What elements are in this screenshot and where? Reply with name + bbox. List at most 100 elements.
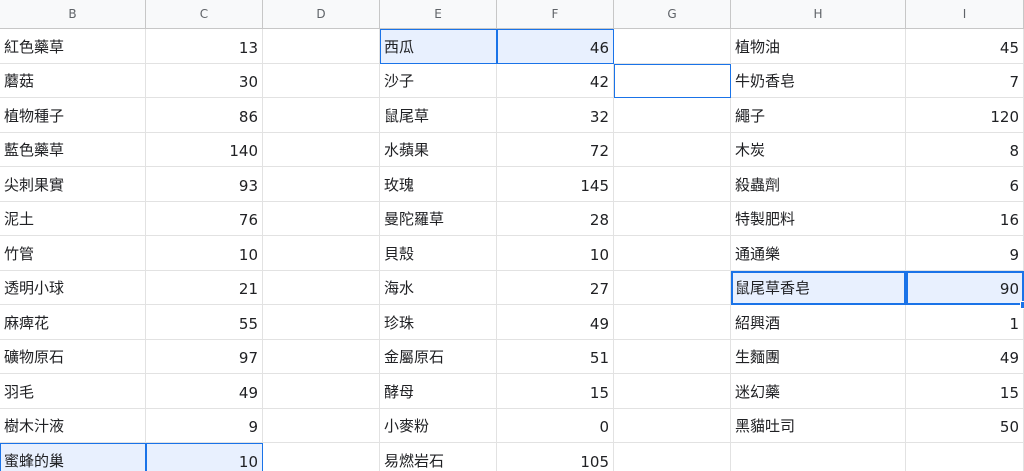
cell-b13[interactable]: 蜜蜂的巢 — [0, 443, 146, 471]
cell-i5[interactable]: 6 — [906, 167, 1024, 202]
cell-b11[interactable]: 羽毛 — [0, 374, 146, 409]
cell-i1[interactable]: 45 — [906, 29, 1024, 64]
cell-g4[interactable] — [614, 132, 731, 167]
cell-i7[interactable]: 9 — [906, 236, 1024, 271]
cell-h12[interactable]: 黑貓吐司 — [731, 408, 906, 443]
cell-c9[interactable]: 55 — [146, 305, 263, 340]
cell-h2[interactable]: 牛奶香皂 — [731, 63, 906, 98]
cell-h3[interactable]: 繩子 — [731, 98, 906, 133]
cell-c3[interactable]: 86 — [146, 98, 263, 133]
cell-h4[interactable]: 木炭 — [731, 132, 906, 167]
cell-f3[interactable]: 32 — [497, 98, 614, 133]
cell-f2[interactable]: 42 — [497, 63, 614, 98]
cell-g5[interactable] — [614, 167, 731, 202]
cell-e13[interactable]: 易燃岩石 — [380, 443, 497, 471]
cell-c13[interactable]: 10 — [146, 443, 263, 471]
cell-d9[interactable] — [263, 305, 380, 340]
column-header-h[interactable]: H — [731, 0, 906, 29]
cell-b10[interactable]: 礦物原石 — [0, 339, 146, 374]
cell-d13[interactable] — [263, 443, 380, 471]
cell-f1[interactable]: 46 — [497, 29, 614, 64]
column-header-e[interactable]: E — [380, 0, 497, 29]
cell-b3[interactable]: 植物種子 — [0, 98, 146, 133]
cell-d11[interactable] — [263, 374, 380, 409]
cell-g2[interactable] — [614, 63, 731, 98]
cell-c6[interactable]: 76 — [146, 201, 263, 236]
cell-e9[interactable]: 珍珠 — [380, 305, 497, 340]
cell-e7[interactable]: 貝殼 — [380, 236, 497, 271]
cell-g8[interactable] — [614, 270, 731, 305]
cell-h13[interactable] — [731, 443, 906, 471]
fill-handle[interactable] — [1020, 301, 1024, 309]
cell-g11[interactable] — [614, 374, 731, 409]
cell-d6[interactable] — [263, 201, 380, 236]
cell-b7[interactable]: 竹管 — [0, 236, 146, 271]
cell-b4[interactable]: 藍色藥草 — [0, 132, 146, 167]
cell-h10[interactable]: 生麵團 — [731, 339, 906, 374]
cell-h6[interactable]: 特製肥料 — [731, 201, 906, 236]
cell-c11[interactable]: 49 — [146, 374, 263, 409]
cell-i8[interactable]: 90 — [906, 270, 1024, 305]
column-header-d[interactable]: D — [263, 0, 380, 29]
cell-c5[interactable]: 93 — [146, 167, 263, 202]
cell-d12[interactable] — [263, 408, 380, 443]
cell-g12[interactable] — [614, 408, 731, 443]
cell-i10[interactable]: 49 — [906, 339, 1024, 374]
cell-g6[interactable] — [614, 201, 731, 236]
cell-d10[interactable] — [263, 339, 380, 374]
cell-f12[interactable]: 0 — [497, 408, 614, 443]
cell-e2[interactable]: 沙子 — [380, 63, 497, 98]
column-header-f[interactable]: F — [497, 0, 614, 29]
cell-g13[interactable] — [614, 443, 731, 471]
cell-e11[interactable]: 酵母 — [380, 374, 497, 409]
cell-g7[interactable] — [614, 236, 731, 271]
cell-e5[interactable]: 玫瑰 — [380, 167, 497, 202]
cell-d2[interactable] — [263, 63, 380, 98]
cell-e4[interactable]: 水蘋果 — [380, 132, 497, 167]
cell-i3[interactable]: 120 — [906, 98, 1024, 133]
cell-e10[interactable]: 金屬原石 — [380, 339, 497, 374]
cell-d8[interactable] — [263, 270, 380, 305]
cell-b2[interactable]: 蘑菇 — [0, 63, 146, 98]
cell-h9[interactable]: 紹興酒 — [731, 305, 906, 340]
cell-c4[interactable]: 140 — [146, 132, 263, 167]
cell-f6[interactable]: 28 — [497, 201, 614, 236]
cell-i4[interactable]: 8 — [906, 132, 1024, 167]
cell-g1[interactable] — [614, 29, 731, 64]
cell-c2[interactable]: 30 — [146, 63, 263, 98]
cell-b1[interactable]: 紅色藥草 — [0, 29, 146, 64]
cell-d5[interactable] — [263, 167, 380, 202]
cell-i6[interactable]: 16 — [906, 201, 1024, 236]
cell-e1[interactable]: 西瓜 — [380, 29, 497, 64]
cell-f13[interactable]: 105 — [497, 443, 614, 471]
cell-b12[interactable]: 樹木汁液 — [0, 408, 146, 443]
cell-h7[interactable]: 通通樂 — [731, 236, 906, 271]
cell-b6[interactable]: 泥土 — [0, 201, 146, 236]
cell-e6[interactable]: 曼陀羅草 — [380, 201, 497, 236]
cell-i9[interactable]: 1 — [906, 305, 1024, 340]
cell-h8[interactable]: 鼠尾草香皂 — [731, 270, 906, 305]
cell-h1[interactable]: 植物油 — [731, 29, 906, 64]
cell-b9[interactable]: 麻痺花 — [0, 305, 146, 340]
cell-f4[interactable]: 72 — [497, 132, 614, 167]
cell-g10[interactable] — [614, 339, 731, 374]
cell-i12[interactable]: 50 — [906, 408, 1024, 443]
cell-i2[interactable]: 7 — [906, 63, 1024, 98]
cell-d7[interactable] — [263, 236, 380, 271]
cell-h5[interactable]: 殺蟲劑 — [731, 167, 906, 202]
cell-e8[interactable]: 海水 — [380, 270, 497, 305]
cell-f7[interactable]: 10 — [497, 236, 614, 271]
cell-c8[interactable]: 21 — [146, 270, 263, 305]
cell-f9[interactable]: 49 — [497, 305, 614, 340]
cell-c12[interactable]: 9 — [146, 408, 263, 443]
cell-e12[interactable]: 小麥粉 — [380, 408, 497, 443]
cell-b5[interactable]: 尖刺果實 — [0, 167, 146, 202]
column-header-b[interactable]: B — [0, 0, 146, 29]
cell-h11[interactable]: 迷幻藥 — [731, 374, 906, 409]
cell-f10[interactable]: 51 — [497, 339, 614, 374]
cell-b8[interactable]: 透明小球 — [0, 270, 146, 305]
cell-d1[interactable] — [263, 29, 380, 64]
column-header-g[interactable]: G — [614, 0, 731, 29]
cell-f11[interactable]: 15 — [497, 374, 614, 409]
column-header-i[interactable]: I — [906, 0, 1024, 29]
